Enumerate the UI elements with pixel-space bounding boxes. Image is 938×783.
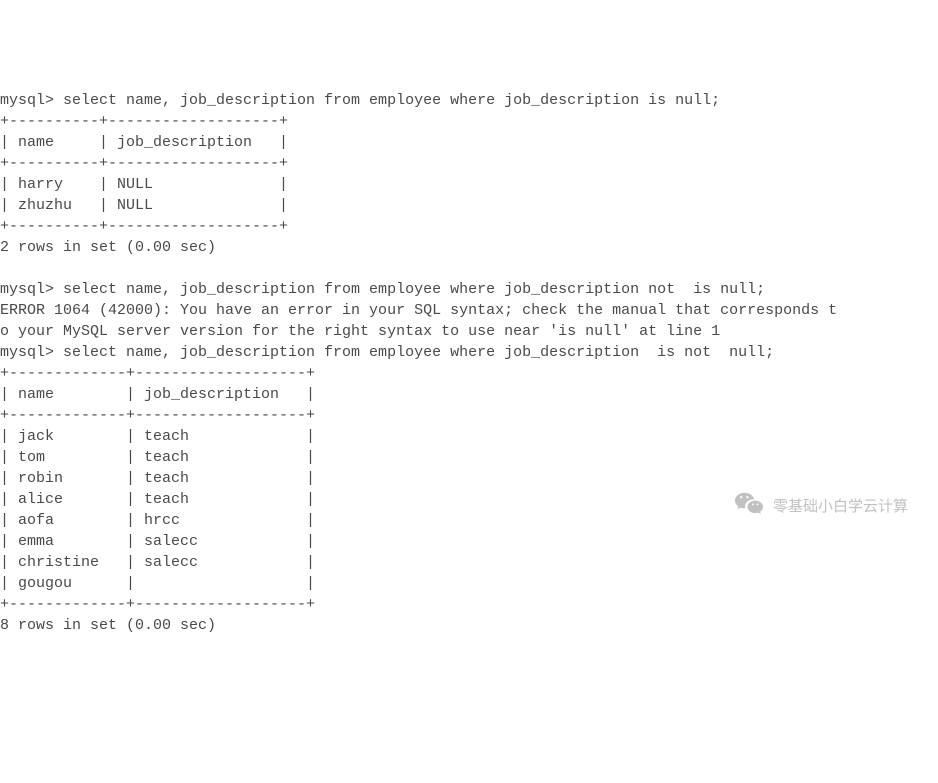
mysql-terminal-output: mysql> select name, job_description from…: [0, 90, 938, 636]
wechat-icon: [718, 470, 763, 542]
watermark-text: 零基础小白学云计算: [773, 496, 908, 517]
watermark: 零基础小白学云计算: [718, 470, 908, 542]
